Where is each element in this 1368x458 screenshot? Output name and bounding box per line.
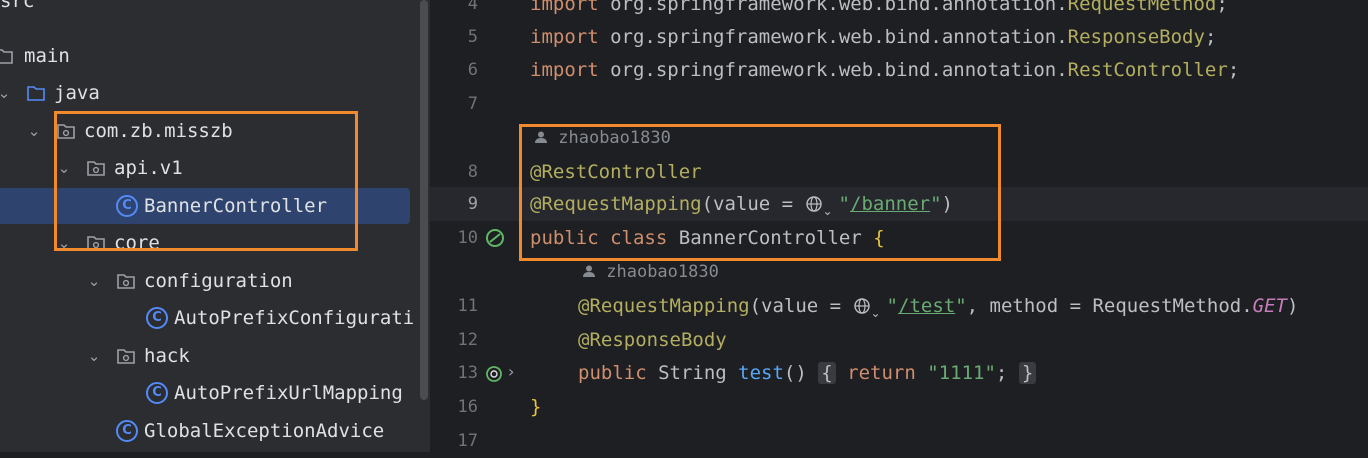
class-icon: C — [116, 420, 138, 442]
line-number: 6 — [467, 60, 478, 80]
code-line-12: @ResponseBody — [578, 323, 727, 357]
keyword: return — [847, 362, 916, 384]
tree-item-auto-prefix-url-mapping[interactable]: C AutoPrefixUrlMapping — [0, 375, 418, 411]
chevron-right-icon[interactable]: › — [508, 362, 514, 381]
code-line-16: } — [530, 390, 541, 424]
package-icon — [117, 349, 135, 364]
highlight-box-editor — [519, 124, 1001, 261]
endpoint-icon[interactable] — [484, 363, 506, 385]
class-ref: ResponseBody — [1067, 26, 1205, 48]
line-number: 17 — [457, 431, 478, 451]
author-hint[interactable]: zhaobao1830 — [582, 257, 719, 287]
annotation: @RequestMapping — [578, 295, 750, 317]
tree-item-hack[interactable]: ⌄ hack — [0, 338, 418, 374]
annotation: @ResponseBody — [578, 329, 727, 351]
class-ref: RequestMethod — [1067, 0, 1217, 15]
tree-item-label: hack — [144, 345, 190, 367]
code-line-11: @RequestMapping(value = ⌄ "/test", method… — [578, 289, 1298, 323]
keyword: import — [530, 0, 599, 15]
user-icon — [583, 265, 595, 277]
brace: } — [530, 396, 542, 418]
chevron-down-icon[interactable]: ⌄ — [0, 75, 12, 111]
tree-item-label: java — [54, 82, 100, 104]
tree-item-label: AutoPrefixConfigurati — [174, 307, 415, 329]
code-text: ) — [1286, 295, 1299, 317]
enum-constant: GET — [1252, 295, 1287, 317]
string-quote: " — [955, 295, 967, 317]
url-link[interactable]: /test — [898, 295, 955, 317]
line-number: 5 — [467, 27, 478, 47]
tree-item-label: configuration — [144, 270, 293, 292]
line-number: 13 — [457, 363, 478, 383]
line-number: 9 — [467, 194, 478, 214]
tree-item-auto-prefix-configuration[interactable]: C AutoPrefixConfigurati — [0, 300, 418, 336]
scrollbar-thumb[interactable] — [420, 0, 428, 400]
chevron-down-icon[interactable]: ⌄ — [86, 338, 102, 374]
tree-item-label: GlobalExceptionAdvice — [144, 420, 385, 442]
package-path: org.springframework.web.bind.annotation. — [610, 26, 1068, 48]
code-line-5: import org.springframework.web.bind.anno… — [530, 20, 1216, 54]
semicolon: ; — [1204, 26, 1217, 48]
semicolon: ; — [1216, 0, 1228, 15]
tree-item-label: src — [0, 0, 35, 12]
folded-brace-open[interactable]: { — [818, 362, 836, 384]
package-path: org.springframework.web.bind.annotation. — [610, 59, 1068, 81]
tree-item-configuration[interactable]: ⌄ configuration — [0, 263, 418, 299]
string-quote: " — [886, 295, 898, 317]
folder-icon — [0, 49, 13, 64]
keyword: import — [530, 26, 599, 48]
tree-item-src[interactable]: src — [0, 0, 418, 36]
tree-item-java[interactable]: ⌄ java — [0, 75, 418, 111]
chevron-down-icon[interactable]: ⌄ — [86, 263, 102, 299]
package-path: org.springframework.web.bind.annotation. — [610, 0, 1068, 15]
code-line-4: import org.springframework.web.bind.anno… — [530, 0, 1228, 21]
code-line-6: import org.springframework.web.bind.anno… — [530, 53, 1239, 87]
folded-brace-close[interactable]: } — [1018, 362, 1037, 384]
keyword: import — [530, 59, 599, 81]
type-name: String — [646, 362, 739, 384]
code-line-13: public String test() { return "1111"; } — [578, 356, 1037, 390]
line-number: 11 — [457, 296, 478, 316]
semicolon: ; — [1227, 59, 1240, 81]
package-icon — [117, 274, 135, 289]
string-literal: "1111" — [927, 362, 996, 384]
method-name: test — [738, 362, 784, 384]
line-number: 8 — [467, 162, 478, 182]
tree-item-label: main — [24, 45, 70, 67]
line-number: 12 — [457, 330, 478, 350]
code-text: () — [783, 362, 807, 384]
source-folder-icon — [27, 86, 45, 101]
code-text: , method = RequestMethod. — [966, 295, 1253, 317]
tree-item-global-exception-advice[interactable]: C GlobalExceptionAdvice — [0, 413, 418, 449]
globe-icon — [853, 298, 870, 314]
chevron-down-icon: ⌄ — [870, 306, 881, 320]
author-name: zhaobao1830 — [606, 262, 719, 282]
line-number: 10 — [457, 228, 478, 248]
tree-scrollbar[interactable] — [418, 0, 430, 452]
class-icon: C — [146, 382, 168, 404]
tree-item-main[interactable]: main — [0, 38, 418, 74]
highlight-box-tree — [54, 111, 358, 251]
keyword: public — [578, 362, 647, 384]
class-icon: C — [146, 307, 168, 329]
class-ref: RestController — [1067, 59, 1228, 81]
chevron-down-icon[interactable]: ⌄ — [26, 113, 42, 149]
line-number: 4 — [467, 0, 478, 14]
bean-icon[interactable] — [484, 227, 506, 249]
tree-item-label: AutoPrefixUrlMapping — [174, 382, 403, 404]
line-number: 7 — [467, 94, 478, 114]
code-text: (value = — [749, 295, 853, 317]
semicolon: ; — [995, 362, 1008, 384]
line-number: 16 — [457, 397, 478, 417]
